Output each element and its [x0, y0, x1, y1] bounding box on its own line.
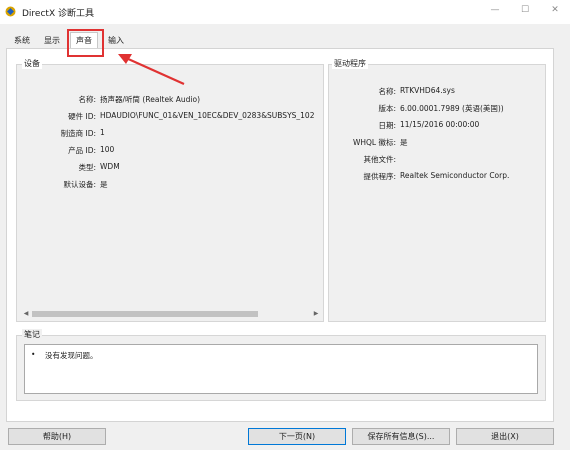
driver-name-value: RTKVHD64.sys [400, 86, 455, 95]
tab-system[interactable]: 系统 [9, 34, 35, 48]
arrow-left-icon[interactable]: ◀ [22, 310, 30, 318]
tab-input[interactable]: 输入 [103, 34, 129, 48]
product-id-label: 产品 ID: [68, 146, 96, 155]
driver-date-label: 日期: [378, 121, 396, 130]
hardware-id-label: 硬件 ID: [68, 112, 96, 121]
directx-icon [5, 6, 16, 17]
provider-label: 提供程序: [363, 172, 396, 181]
device-name-value: 扬声器/听筒 (Realtek Audio) [100, 95, 201, 104]
whql-label: WHQL 徽标: [352, 138, 396, 147]
help-button[interactable]: 帮助(H) [8, 428, 106, 445]
default-device-label: 默认设备: [63, 180, 96, 189]
notes-bullet: • [31, 350, 36, 359]
exit-button[interactable]: 退出(X) [456, 428, 554, 445]
default-device-value: 是 [100, 180, 108, 189]
driver-section-title: 驱动程序 [332, 58, 368, 69]
notes-textbox[interactable]: • 没有发现问题。 [24, 344, 538, 394]
red-arrow-annotation [118, 54, 185, 86]
minimize-button[interactable]: — [480, 0, 510, 20]
hardware-id-value: HDAUDIO\FUNC_01&VEN_10EC&DEV_0283&SUBSYS… [100, 111, 315, 120]
notes-section-title: 笔记 [22, 329, 42, 340]
driver-version-label: 版本: [378, 104, 396, 113]
maximize-button[interactable]: ☐ [510, 0, 540, 20]
title-bar: DirectX 诊断工具 — ☐ ✕ [0, 0, 570, 24]
save-all-info-button[interactable]: 保存所有信息(S)... [352, 428, 450, 445]
manufacturer-id-label: 制造商 ID: [60, 129, 96, 138]
device-horizontal-scrollbar[interactable]: ◀ ▶ [22, 310, 320, 318]
driver-name-label: 名称: [378, 87, 396, 96]
type-value: WDM [100, 162, 120, 171]
window-title: DirectX 诊断工具 [22, 9, 94, 19]
provider-value: Realtek Semiconductor Corp. [400, 171, 510, 180]
notes-item: 没有发现问题。 [45, 351, 98, 360]
whql-value: 是 [400, 138, 408, 147]
annotation-highlight-box [67, 29, 104, 57]
arrow-right-icon[interactable]: ▶ [312, 310, 320, 318]
device-name-label: 名称: [78, 95, 96, 104]
tab-display[interactable]: 显示 [39, 34, 65, 48]
driver-date-value: 11/15/2016 00:00:00 [400, 120, 480, 129]
product-id-value: 100 [100, 145, 115, 154]
type-label: 类型: [78, 163, 96, 172]
next-page-button[interactable]: 下一页(N) [248, 428, 346, 445]
scrollbar-thumb[interactable] [32, 311, 258, 317]
other-files-label: 其他文件: [363, 155, 396, 164]
driver-version-value: 6.00.0001.7989 (英语(美国)) [400, 104, 504, 113]
manufacturer-id-value: 1 [100, 128, 105, 137]
device-section-title: 设备 [22, 58, 42, 69]
close-button[interactable]: ✕ [540, 0, 570, 20]
